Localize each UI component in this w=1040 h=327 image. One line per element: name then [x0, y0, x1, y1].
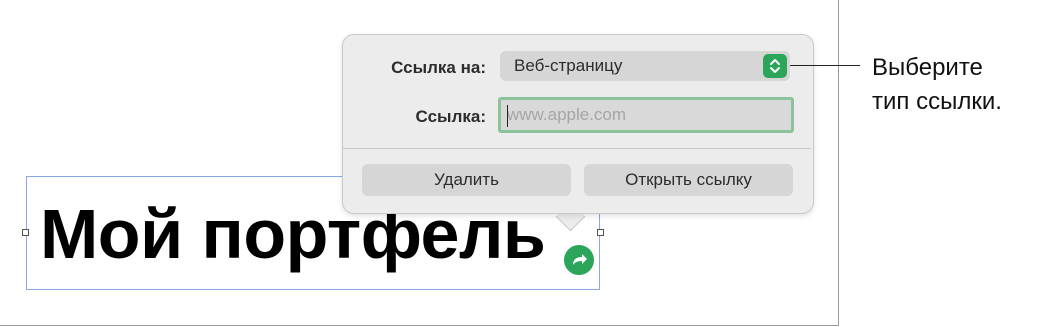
popover-divider: [343, 148, 811, 149]
curved-arrow-icon: [573, 254, 587, 265]
link-label: Ссылка:: [415, 107, 486, 126]
callout-text: Выберите тип ссылки.: [872, 51, 1002, 119]
link-badge-icon[interactable]: [562, 243, 596, 277]
link-to-label: Ссылка на:: [391, 58, 486, 77]
resize-handle-left[interactable]: [22, 229, 29, 236]
link-type-select[interactable]: Веб-страницу: [500, 51, 790, 81]
callout-line-1: Выберите: [872, 54, 983, 81]
url-input[interactable]: [507, 103, 777, 127]
link-type-value: Веб-страницу: [514, 56, 623, 75]
resize-handle-right[interactable]: [597, 229, 604, 236]
up-down-chevron-icon[interactable]: [763, 54, 787, 78]
remove-link-button[interactable]: Удалить: [362, 164, 571, 196]
url-field[interactable]: [498, 97, 794, 133]
text-caret: [507, 105, 508, 127]
callout-line: [790, 65, 860, 66]
open-link-button[interactable]: Открыть ссылку: [584, 164, 793, 196]
callout-line-2: тип ссылки.: [872, 88, 1002, 115]
